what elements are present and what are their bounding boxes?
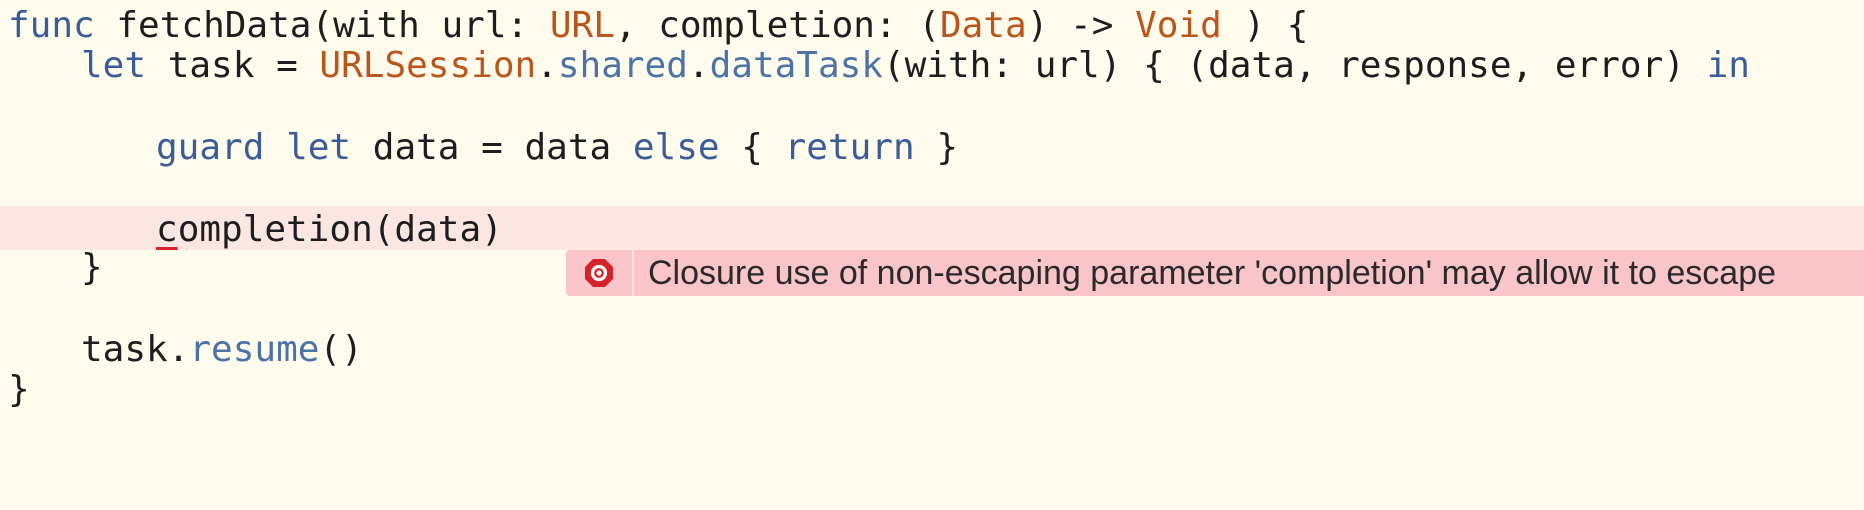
code-line-7[interactable]: } (0, 366, 1864, 414)
code-token: . (687, 45, 710, 86)
code-token: else (632, 127, 720, 168)
code-token: } (8, 369, 30, 410)
error-stop-icon (585, 259, 613, 287)
code-token: Void (1135, 5, 1222, 46)
code-token: data = data (351, 127, 633, 168)
code-token: resume (189, 329, 320, 370)
code-token: Data (940, 5, 1027, 46)
code-token: in (1706, 45, 1750, 86)
code-token: URLSession (319, 45, 537, 86)
code-token: , completion: ( (614, 5, 940, 46)
code-text: } (81, 244, 103, 292)
code-line-2[interactable]: let task = URLSession.shared.dataTask(wi… (0, 42, 1864, 90)
code-token: dataTask (709, 45, 883, 86)
code-token: guard (156, 127, 265, 168)
error-annotation[interactable]: Closure use of non-escaping parameter 'c… (566, 250, 1864, 296)
code-token: . (536, 45, 558, 86)
code-text: let task = URLSession.shared.dataTask(wi… (81, 42, 1750, 90)
code-token: (with: url) { (data, response, error) (882, 45, 1707, 86)
code-token: ) { (1221, 5, 1309, 46)
code-line-5[interactable]: } (0, 244, 560, 292)
code-token: task = (146, 45, 320, 86)
code-token: () (319, 329, 363, 370)
code-token: fetchData(with url: (94, 5, 550, 46)
code-token: task. (81, 329, 190, 370)
code-token: let (286, 127, 352, 168)
code-token: func (8, 5, 95, 46)
code-token: { (719, 127, 785, 168)
code-token: shared (557, 45, 688, 86)
error-icon-box[interactable] (566, 250, 634, 296)
error-message: Closure use of non-escaping parameter 'c… (648, 254, 1777, 292)
code-text: guard let data = data else { return } (156, 124, 958, 172)
code-token: return (784, 127, 915, 168)
code-token: ) -> (1026, 5, 1136, 46)
code-token: } (81, 247, 103, 288)
code-token: URL (549, 5, 615, 46)
code-token: } (914, 127, 958, 168)
code-token: let (81, 45, 147, 86)
code-line-3[interactable]: guard let data = data else { return } (0, 124, 1864, 172)
code-editor[interactable]: func fetchData(with url: URL, completion… (0, 0, 1864, 494)
code-text: } (8, 366, 30, 414)
